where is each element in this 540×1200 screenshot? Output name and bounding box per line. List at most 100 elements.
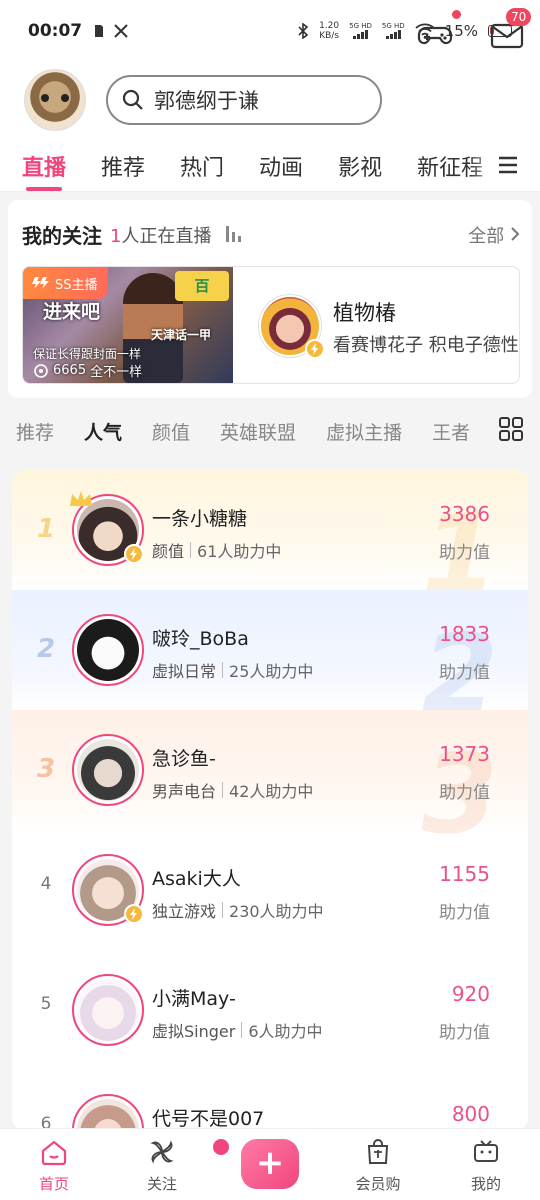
sim-card-icon bbox=[95, 25, 104, 37]
follow-live-count: 1 bbox=[110, 226, 122, 247]
search-box[interactable]: 郭德纲于谦 bbox=[106, 75, 382, 125]
user-avatar[interactable] bbox=[24, 69, 86, 131]
pinwheel-icon bbox=[150, 1140, 174, 1164]
ss-streamer-badge: SS主播 bbox=[23, 267, 108, 299]
verified-lightning-icon bbox=[305, 339, 325, 359]
streamer-avatar[interactable] bbox=[72, 974, 144, 1046]
cat-tab-looks[interactable]: 颜值 bbox=[152, 418, 190, 445]
streamer-meta: 虚拟日常 25人助力中 bbox=[152, 658, 313, 682]
ranking-row[interactable]: 2 2 啵玲_BoBa 虚拟日常 25人助力中 1833 助力值 bbox=[12, 590, 528, 738]
nav-follow[interactable]: 关注 bbox=[108, 1129, 229, 1200]
status-bar: 00:07 1.20 KB/s 5G HD 5G HD 15% bbox=[0, 0, 540, 62]
follow-card: 我的关注 1人正在直播 全部 SS主播 百 进来吧 保证长得跟封面一样 天津话一… bbox=[8, 200, 532, 398]
score-label: 助力值 bbox=[439, 543, 490, 563]
thumbnail-side-text: 天津话一甲 bbox=[151, 328, 212, 342]
gamepad-icon[interactable] bbox=[416, 16, 454, 54]
network-speed-unit: KB/s bbox=[319, 31, 339, 41]
streamer-description: 看赛博花子 积电子德性 bbox=[333, 335, 519, 356]
helper-count: 6人助力中 bbox=[248, 1022, 323, 1041]
streamer-category: 虚拟日常 bbox=[152, 662, 217, 681]
eye-icon bbox=[34, 363, 48, 378]
tab-hot[interactable]: 热门 bbox=[180, 138, 224, 182]
nav-follow-label: 关注 bbox=[146, 1175, 177, 1193]
follow-live-status: 1人正在直播 bbox=[110, 222, 211, 248]
thumbnail-title: 进来吧 bbox=[43, 301, 101, 323]
streamer-meta: 男声电台 42人助力中 bbox=[152, 778, 313, 802]
tab-anime[interactable]: 动画 bbox=[259, 138, 303, 182]
streamer-category: 颜值 bbox=[152, 542, 185, 561]
lightning-icon bbox=[32, 277, 49, 289]
ranking-row[interactable]: 6 代号不是007_ 800 bbox=[12, 1070, 528, 1130]
status-notification-icons bbox=[94, 24, 128, 38]
nav-vip-shop[interactable]: 会员购 bbox=[324, 1129, 432, 1200]
ranking-row[interactable]: 1 1 一条小糖糖 颜值 61人助力中 3386 助力值 bbox=[12, 470, 528, 618]
ranking-row[interactable]: 4 Asaki大人 独立游戏 230人助力中 1155 助力值 bbox=[12, 830, 528, 950]
cat-tab-recommend[interactable]: 推荐 bbox=[16, 418, 54, 445]
thumbnail-subtitle-2: 全不一样 bbox=[90, 365, 143, 380]
cat-tab-vtuber[interactable]: 虚拟主播 bbox=[326, 418, 402, 445]
helper-count: 61人助力中 bbox=[197, 542, 282, 561]
streamer-name: 啵玲_BoBa bbox=[152, 628, 249, 650]
streamer-avatar[interactable] bbox=[72, 614, 144, 686]
streamer-name: 代号不是007_ bbox=[152, 1108, 274, 1130]
signal-icon-1: 5G HD bbox=[349, 23, 372, 39]
follow-live-suffix: 人正在直播 bbox=[121, 226, 212, 247]
nav-vip-shop-label: 会员购 bbox=[355, 1175, 401, 1193]
nav-publish[interactable]: + bbox=[216, 1129, 324, 1200]
nav-mine[interactable]: 我的 bbox=[432, 1129, 540, 1200]
bottom-nav: 首页 关注 + 会员购 我的 bbox=[0, 1128, 540, 1200]
tab-live[interactable]: 直播 bbox=[22, 138, 66, 191]
search-icon bbox=[122, 89, 143, 110]
cat-tab-honor-of-kings[interactable]: 王者 bbox=[432, 418, 470, 445]
app-header: 郭德纲于谦 bbox=[0, 62, 540, 138]
streamer-category: 男声电台 bbox=[152, 782, 217, 801]
followed-stream-card[interactable]: SS主播 百 进来吧 保证长得跟封面一样 天津话一甲 6665 全不一样 植物椿… bbox=[22, 266, 520, 384]
score-value: 1833 bbox=[439, 622, 490, 646]
streamer-avatar[interactable] bbox=[72, 734, 144, 806]
search-placeholder: 郭德纲于谦 bbox=[154, 89, 259, 113]
bluetooth-icon bbox=[298, 23, 309, 39]
chevron-right-icon bbox=[511, 227, 520, 241]
cat-tab-lol[interactable]: 英雄联盟 bbox=[220, 418, 296, 445]
score-label: 助力值 bbox=[439, 783, 490, 803]
thumbnail-corner-logo: 百 bbox=[175, 271, 229, 301]
cat-tab-popular[interactable]: 人气 bbox=[84, 418, 122, 445]
ranking-row[interactable]: 5 小满May- 虚拟Singer 6人助力中 920 助力值 bbox=[12, 950, 528, 1070]
rank-number: 5 bbox=[40, 994, 52, 1014]
publish-plus-button[interactable]: + bbox=[241, 1139, 299, 1189]
follow-all-link[interactable]: 全部 bbox=[468, 222, 520, 248]
streamer-name: 植物椿 bbox=[333, 301, 396, 325]
ranking-row[interactable]: 3 3 急诊鱼- 男声电台 42人助力中 1373 助力值 bbox=[12, 710, 528, 858]
x-app-icon bbox=[114, 24, 128, 38]
streamer-meta: 独立游戏 230人助力中 bbox=[152, 898, 324, 922]
streamer-category: 虚拟Singer bbox=[152, 1022, 236, 1041]
grid-icon[interactable] bbox=[498, 416, 524, 442]
nav-home[interactable]: 首页 bbox=[0, 1129, 108, 1200]
score-value: 800 bbox=[451, 1102, 490, 1126]
network-speed-value: 1.20 bbox=[319, 21, 340, 31]
helper-count: 42人助力中 bbox=[229, 782, 314, 801]
tv-icon bbox=[474, 1140, 498, 1162]
streamer-avatar[interactable] bbox=[72, 1094, 144, 1130]
rank-number: 2 bbox=[36, 634, 56, 664]
signal-label-1: 5G HD bbox=[349, 22, 372, 30]
tab-recommend[interactable]: 推荐 bbox=[101, 138, 145, 182]
rank-number: 4 bbox=[40, 874, 52, 894]
thumbnail-views: 6665 全不一样 bbox=[33, 361, 142, 380]
rank-number: 3 bbox=[36, 754, 56, 784]
helper-count: 230人助力中 bbox=[229, 902, 324, 921]
stream-thumbnail[interactable]: SS主播 百 进来吧 保证长得跟封面一样 天津话一甲 6665 全不一样 bbox=[23, 267, 233, 383]
streamer-name: 一条小糖糖 bbox=[152, 508, 248, 530]
score-value: 3386 bbox=[439, 502, 490, 526]
score-label: 助力值 bbox=[439, 903, 490, 923]
tab-movies[interactable]: 影视 bbox=[338, 138, 382, 182]
home-icon bbox=[41, 1140, 67, 1166]
streamer-name: 急诊鱼- bbox=[152, 748, 216, 770]
menu-icon[interactable] bbox=[498, 156, 518, 174]
network-speed: 1.20 KB/s bbox=[319, 21, 339, 41]
mail-badge: 70 bbox=[506, 8, 532, 26]
helper-count: 25人助力中 bbox=[229, 662, 314, 681]
streamer-meta: 虚拟Singer 6人助力中 bbox=[152, 1018, 323, 1042]
score-value: 1373 bbox=[439, 742, 490, 766]
game-notification-dot bbox=[452, 10, 461, 19]
